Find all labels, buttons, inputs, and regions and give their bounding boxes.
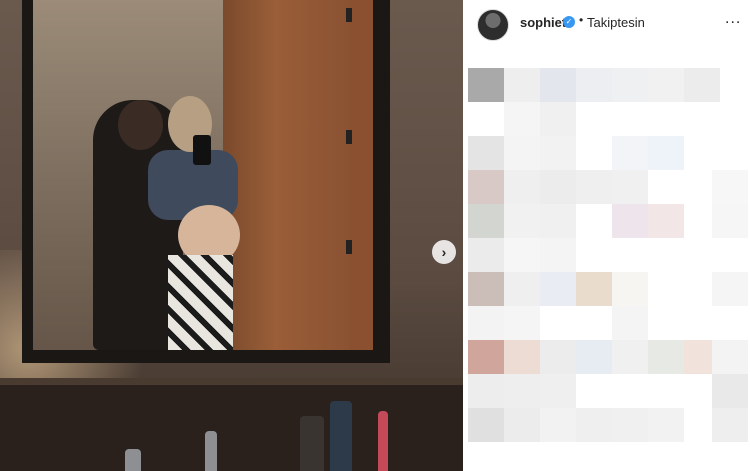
blur-cell: [540, 102, 576, 136]
instagram-post: › sophiet ✓ • Takiptesin ...: [0, 0, 750, 471]
blur-cell: [648, 408, 684, 442]
blur-cell: [576, 272, 612, 306]
blur-cell: [504, 204, 540, 238]
blur-cell: [468, 238, 504, 272]
blur-cell: [504, 136, 540, 170]
blur-cell: [612, 170, 648, 204]
avatar[interactable]: [477, 9, 509, 41]
bottle: [125, 449, 141, 471]
blur-cell: [540, 136, 576, 170]
blur-cell: [540, 68, 576, 102]
bottle: [205, 431, 217, 471]
blur-cell: [612, 306, 648, 340]
blur-cell: [576, 408, 612, 442]
blur-cell: [468, 204, 504, 238]
blur-cell: [540, 204, 576, 238]
woman-pants: [168, 255, 233, 350]
man-head: [118, 100, 163, 150]
blur-cell: [648, 340, 684, 374]
bottle: [300, 416, 324, 471]
blur-cell: [468, 408, 504, 442]
bathroom-counter: [0, 385, 463, 471]
more-options-icon[interactable]: ...: [725, 10, 741, 28]
blur-cell: [648, 204, 684, 238]
username-link[interactable]: sophiet: [520, 15, 566, 30]
hinge: [346, 8, 352, 22]
blur-cell: [712, 272, 748, 306]
carousel-next-button[interactable]: ›: [432, 240, 456, 264]
blur-cell: [504, 340, 540, 374]
blur-cell: [712, 408, 748, 442]
following-status[interactable]: Takiptesin: [587, 15, 645, 30]
blur-cell: [712, 170, 748, 204]
blur-cell: [576, 170, 612, 204]
blur-cell: [540, 374, 576, 408]
blur-cell: [540, 408, 576, 442]
blur-cell: [612, 340, 648, 374]
blur-cell: [576, 340, 612, 374]
blur-cell: [540, 272, 576, 306]
hinge: [346, 130, 352, 144]
blur-cell: [504, 238, 540, 272]
blur-cell: [684, 68, 720, 102]
blur-cell: [504, 272, 540, 306]
blur-cell: [468, 170, 504, 204]
separator-dot: •: [579, 13, 584, 27]
chevron-right-icon: ›: [441, 244, 447, 260]
blur-cell: [648, 68, 684, 102]
phone: [193, 135, 211, 165]
blur-cell: [504, 68, 540, 102]
bottle: [330, 401, 352, 471]
blur-cell: [612, 68, 648, 102]
blurred-comments: [468, 68, 750, 468]
blur-cell: [504, 374, 540, 408]
blur-cell: [468, 340, 504, 374]
blur-cell: [504, 102, 540, 136]
blur-cell: [468, 272, 504, 306]
blur-cell: [504, 170, 540, 204]
door: [223, 0, 353, 350]
hinge: [346, 240, 352, 254]
post-header: sophiet ✓ • Takiptesin ...: [463, 0, 750, 48]
blur-cell: [468, 306, 504, 340]
blur-cell: [712, 204, 748, 238]
blur-cell: [540, 170, 576, 204]
blur-cell: [712, 340, 748, 374]
verified-badge-icon: ✓: [563, 16, 575, 28]
blur-cell: [540, 340, 576, 374]
blur-cell: [612, 408, 648, 442]
blur-cell: [468, 136, 504, 170]
blur-cell: [504, 408, 540, 442]
blur-cell: [712, 374, 748, 408]
post-side-panel: sophiet ✓ • Takiptesin ...: [463, 0, 750, 471]
blur-cell: [468, 374, 504, 408]
blur-cell: [540, 238, 576, 272]
bottle: [378, 411, 388, 471]
post-photo[interactable]: ›: [0, 0, 463, 471]
blur-cell: [504, 306, 540, 340]
blur-cell: [648, 136, 684, 170]
blur-cell: [612, 136, 648, 170]
blur-cell: [612, 204, 648, 238]
blur-cell: [468, 68, 504, 102]
door-frame: [349, 0, 373, 350]
blur-cell: [612, 272, 648, 306]
mirror-reflection: [33, 0, 373, 350]
blur-cell: [576, 68, 612, 102]
